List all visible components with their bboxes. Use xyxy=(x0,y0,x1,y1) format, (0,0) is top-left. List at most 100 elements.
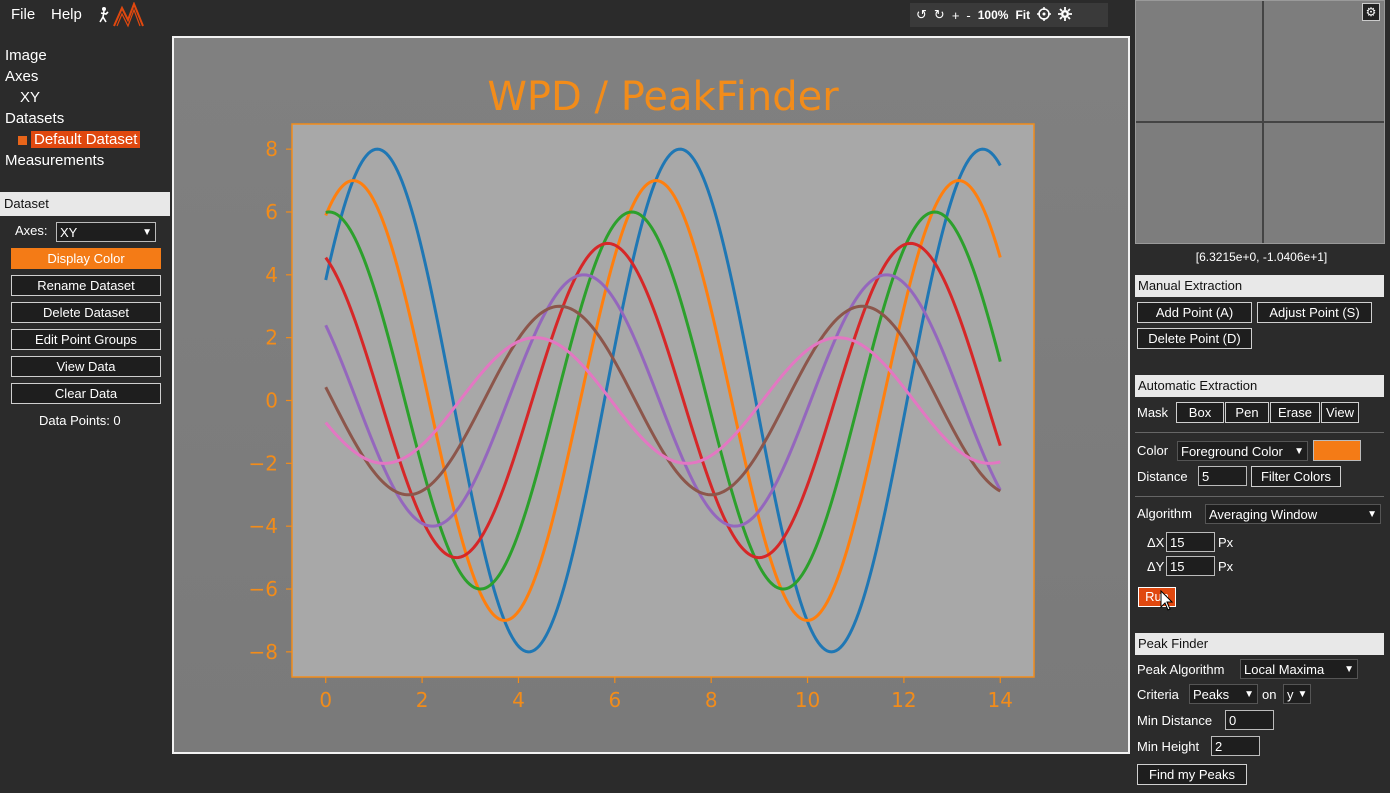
y-tick-label: 6 xyxy=(265,200,278,224)
foreground-color-swatch[interactable] xyxy=(1313,440,1361,461)
tree-image[interactable]: Image xyxy=(5,47,47,64)
divider xyxy=(1135,496,1384,497)
rename-dataset-button[interactable]: Rename Dataset xyxy=(11,275,161,296)
dx-label: ΔX xyxy=(1147,535,1165,550)
tree-default-dataset[interactable]: Default Dataset xyxy=(18,131,141,148)
chevron-down-icon: ▼ xyxy=(142,226,152,238)
color-mode-select[interactable]: Foreground Color ▼ xyxy=(1177,441,1308,461)
x-tick-label: 10 xyxy=(795,688,820,712)
algorithm-label: Algorithm xyxy=(1137,506,1192,521)
y-tick-label: 0 xyxy=(265,389,278,413)
y-tick-label: 2 xyxy=(265,326,278,350)
distance-input[interactable] xyxy=(1198,466,1247,486)
menu-bar: File Help ↺ ↻ + - 100% Fit xyxy=(0,0,1133,30)
delete-dataset-button[interactable]: Delete Dataset xyxy=(11,302,161,323)
file-menu[interactable]: File xyxy=(11,6,35,23)
mouse-cursor-icon xyxy=(1160,590,1174,611)
x-tick-label: 14 xyxy=(988,688,1013,712)
distance-label: Distance xyxy=(1137,469,1188,484)
edit-point-groups-button[interactable]: Edit Point Groups xyxy=(11,329,161,350)
min-height-label: Min Height xyxy=(1137,739,1200,754)
tree-default-dataset-label: Default Dataset xyxy=(31,131,141,148)
left-sidebar: Image Axes XY Datasets Default Dataset M… xyxy=(0,30,172,793)
x-tick-label: 8 xyxy=(705,688,718,712)
algorithm-value: Averaging Window xyxy=(1209,506,1318,522)
x-tick-label: 6 xyxy=(608,688,621,712)
x-tick-label: 4 xyxy=(512,688,525,712)
crosshair-icon[interactable] xyxy=(1037,6,1052,24)
dataset-section-header: Dataset xyxy=(0,192,170,216)
dx-input[interactable] xyxy=(1166,532,1215,552)
x-tick-label: 0 xyxy=(319,688,332,712)
min-distance-label: Min Distance xyxy=(1137,713,1213,728)
image-canvas[interactable]: WPD / PeakFinder 0 2 4 6 8 10 12 14 −8 −6 −4 −2 0 2 4… xyxy=(172,36,1130,754)
chevron-down-icon: ▼ xyxy=(1367,508,1377,520)
mask-erase-button[interactable]: Erase xyxy=(1270,402,1320,423)
dy-label: ΔY xyxy=(1147,559,1165,574)
tree-axes-xy[interactable]: XY xyxy=(20,89,40,106)
chevron-down-icon: ▼ xyxy=(1244,688,1254,700)
min-distance-input[interactable] xyxy=(1225,710,1274,730)
mask-pen-button[interactable]: Pen xyxy=(1225,402,1269,423)
color-mode-value: Foreground Color xyxy=(1181,443,1283,459)
y-tick-label: −4 xyxy=(249,514,278,538)
algorithm-select[interactable]: Averaging Window ▼ xyxy=(1205,504,1381,524)
data-points-count: Data Points: 0 xyxy=(39,413,121,428)
wpd-logo-icon xyxy=(113,1,144,28)
peak-finder-header: Peak Finder xyxy=(1135,633,1384,655)
min-height-input[interactable] xyxy=(1211,736,1260,756)
y-tick-label: −8 xyxy=(249,640,278,664)
mask-box-button[interactable]: Box xyxy=(1176,402,1224,423)
adjust-point-button[interactable]: Adjust Point (S) xyxy=(1257,302,1372,323)
view-data-button[interactable]: View Data xyxy=(11,356,161,377)
on-label: on xyxy=(1262,687,1277,702)
walker-icon xyxy=(99,7,109,23)
add-point-button[interactable]: Add Point (A) xyxy=(1137,302,1252,323)
y-tick-label: −2 xyxy=(249,451,278,475)
settings-gear-icon[interactable] xyxy=(1058,6,1073,24)
clear-data-button[interactable]: Clear Data xyxy=(11,383,161,404)
mask-view-button[interactable]: View xyxy=(1321,402,1359,423)
zoom-out-button[interactable]: - xyxy=(966,8,970,23)
display-color-button[interactable]: Display Color xyxy=(11,248,161,269)
criteria-axis-value: y xyxy=(1287,686,1294,702)
chevron-down-icon: ▼ xyxy=(1294,445,1304,457)
tree-datasets[interactable]: Datasets xyxy=(5,110,64,127)
rotate-cw-button[interactable]: ↻ xyxy=(934,7,945,23)
peak-algorithm-select[interactable]: Local Maxima ▼ xyxy=(1240,659,1358,679)
dataset-color-swatch xyxy=(18,135,27,145)
criteria-select[interactable]: Peaks ▼ xyxy=(1189,684,1258,704)
axes-select[interactable]: XY ▼ xyxy=(56,222,156,242)
chevron-down-icon: ▼ xyxy=(1344,663,1354,675)
y-tick-label: 4 xyxy=(265,263,278,287)
find-peaks-button[interactable]: Find my Peaks xyxy=(1137,764,1247,785)
criteria-axis-select[interactable]: y ▼ xyxy=(1283,684,1311,704)
magnifier-view: ⚙ xyxy=(1135,0,1385,244)
right-panel: ⚙ [6.3215e+0, -1.0406e+1] Manual Extract… xyxy=(1133,0,1390,793)
tree-measurements[interactable]: Measurements xyxy=(5,152,104,169)
filter-colors-button[interactable]: Filter Colors xyxy=(1251,466,1341,487)
help-menu[interactable]: Help xyxy=(51,6,82,23)
x-tick-label: 12 xyxy=(891,688,916,712)
manual-extraction-header: Manual Extraction xyxy=(1135,275,1384,297)
dx-unit: Px xyxy=(1218,535,1234,550)
zoom-in-button[interactable]: + xyxy=(952,8,960,23)
delete-point-button[interactable]: Delete Point (D) xyxy=(1137,328,1252,349)
dy-input[interactable] xyxy=(1166,556,1215,576)
chart-title: WPD / PeakFinder xyxy=(487,74,839,120)
peak-algorithm-value: Local Maxima xyxy=(1244,661,1325,677)
axes-select-label: Axes: xyxy=(15,223,48,238)
dy-unit: Px xyxy=(1218,559,1234,574)
magnifier-settings-gear-icon[interactable]: ⚙ xyxy=(1362,3,1380,21)
plot-image: WPD / PeakFinder 0 2 4 6 8 10 12 14 −8 −6 −4 −2 0 2 4… xyxy=(174,38,1128,752)
zoom-toolbar: ↺ ↻ + - 100% Fit xyxy=(910,3,1108,27)
rotate-ccw-button[interactable]: ↺ xyxy=(916,7,927,23)
tree-axes[interactable]: Axes xyxy=(5,68,38,85)
color-label: Color xyxy=(1137,443,1169,458)
y-tick-label: −6 xyxy=(249,577,278,601)
fit-button[interactable]: Fit xyxy=(1015,8,1030,22)
y-tick-label: 8 xyxy=(265,137,278,161)
axes-select-value: XY xyxy=(60,224,78,240)
divider xyxy=(1135,432,1384,433)
app-window: File Help ↺ ↻ + - 100% Fit Image Axes XY… xyxy=(0,0,1390,793)
